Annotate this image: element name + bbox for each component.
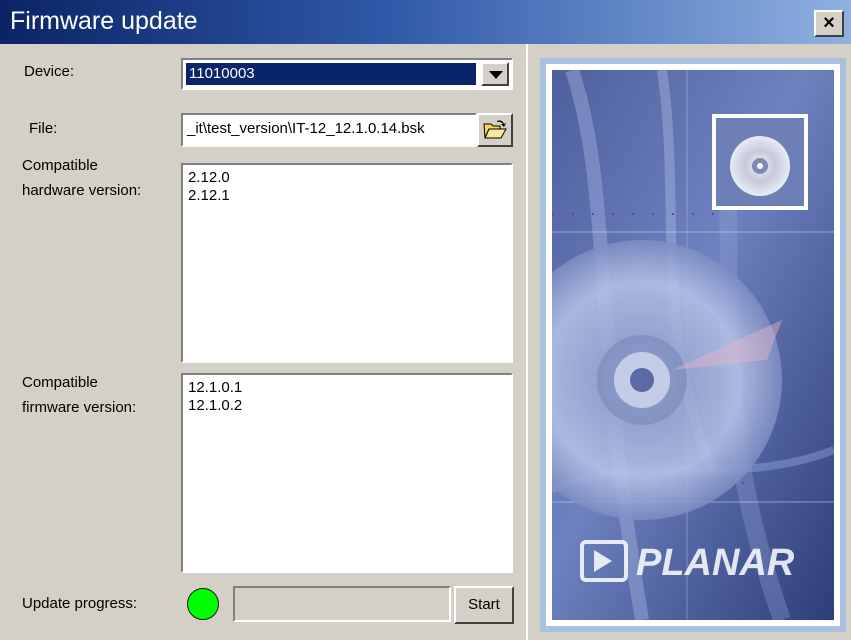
device-select-value: 11010003 bbox=[186, 63, 476, 85]
list-item[interactable]: 2.12.1 bbox=[188, 187, 506, 205]
start-button[interactable]: Start bbox=[454, 586, 514, 624]
banner-image: PLANAR bbox=[540, 58, 846, 632]
firmware-label-line2: firmware version: bbox=[22, 399, 137, 416]
hardware-label-line2: hardware version: bbox=[22, 182, 142, 199]
list-item[interactable]: 12.1.0.1 bbox=[188, 379, 506, 397]
update-progress-bar bbox=[233, 586, 451, 622]
close-button[interactable]: × bbox=[814, 10, 844, 37]
device-label: Device: bbox=[24, 63, 75, 80]
device-select[interactable]: 11010003 bbox=[181, 58, 513, 90]
status-led-icon bbox=[187, 588, 219, 620]
hardware-label-line1: Compatible bbox=[22, 157, 98, 174]
close-icon: × bbox=[823, 12, 835, 34]
list-item[interactable]: 12.1.0.2 bbox=[188, 397, 506, 415]
list-item[interactable]: 2.12.0 bbox=[188, 169, 506, 187]
hardware-version-list[interactable]: 2.12.0 2.12.1 bbox=[181, 163, 513, 363]
title-bar: Firmware update × bbox=[0, 0, 851, 44]
firmware-version-list[interactable]: 12.1.0.1 12.1.0.2 bbox=[181, 373, 513, 573]
window-title: Firmware update bbox=[10, 7, 198, 35]
planar-logo-text: PLANAR bbox=[636, 542, 795, 584]
update-progress-label: Update progress: bbox=[22, 595, 138, 612]
banner-artwork: PLANAR bbox=[552, 70, 834, 620]
browse-button[interactable] bbox=[477, 113, 513, 147]
firmware-label-line1: Compatible bbox=[22, 374, 98, 391]
file-path-field[interactable]: _it\test_version\IT-12_12.1.0.14.bsk bbox=[181, 113, 477, 147]
chevron-down-icon bbox=[489, 71, 503, 79]
device-dropdown-button[interactable] bbox=[481, 62, 509, 86]
file-label: File: bbox=[29, 120, 58, 137]
folder-open-icon bbox=[483, 120, 507, 139]
